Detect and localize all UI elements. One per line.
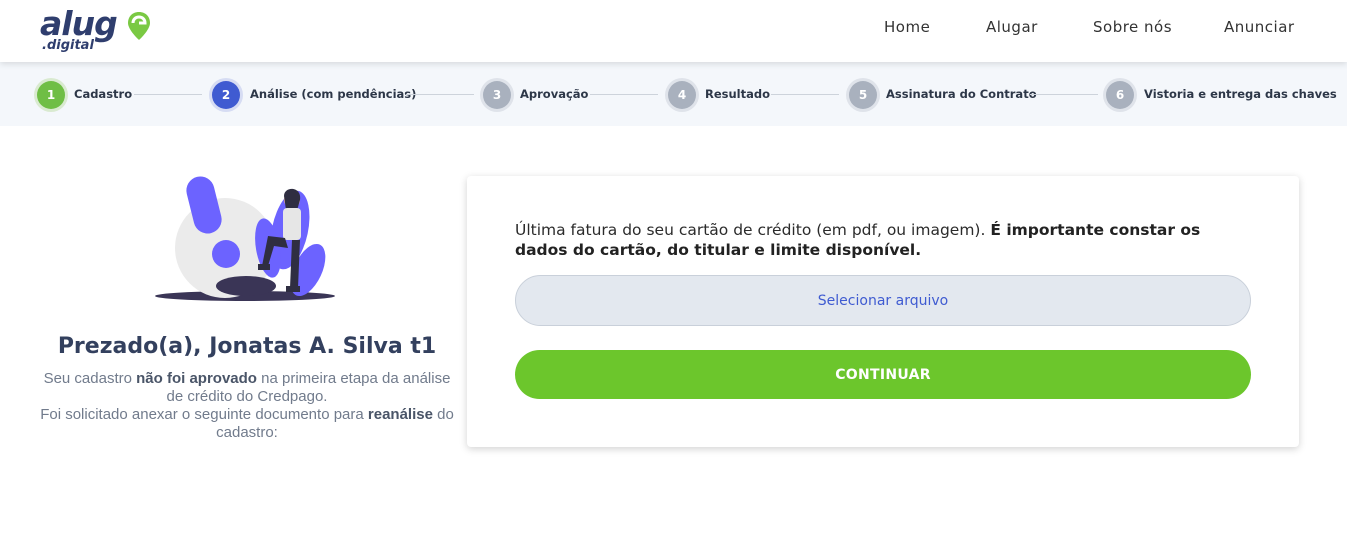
status-description: Seu cadastro não foi aprovado na primeir… bbox=[40, 370, 454, 441]
nav-anunciar[interactable]: Anunciar bbox=[1224, 18, 1295, 36]
step-connector bbox=[1030, 94, 1098, 95]
warning-illustration bbox=[155, 176, 335, 301]
step-6-label: Vistoria e entrega das chaves bbox=[1144, 87, 1337, 101]
step-5-label: Assinatura do Contrato bbox=[886, 87, 1037, 101]
step-6-circle: 6 bbox=[1106, 81, 1134, 109]
top-header: alug .digital Home Alugar Sobre nós Anun… bbox=[0, 0, 1347, 62]
step-5-circle: 5 bbox=[849, 81, 877, 109]
logo-pin-icon bbox=[128, 12, 150, 40]
upload-card: Última fatura do seu cartão de crédito (… bbox=[467, 176, 1299, 447]
step-1-label: Cadastro bbox=[74, 87, 133, 101]
greeting-title: Prezado(a), Jonatas A. Silva t1 bbox=[57, 334, 437, 359]
upload-instruction: Última fatura do seu cartão de crédito (… bbox=[515, 221, 1201, 259]
step-2-label: Análise (com pendências) bbox=[250, 87, 417, 101]
step-1-circle: 1 bbox=[37, 81, 65, 109]
nav-sobre-nos[interactable]: Sobre nós bbox=[1093, 18, 1172, 36]
alug-digital-logo[interactable]: alug .digital bbox=[38, 4, 156, 54]
step-connector bbox=[590, 94, 658, 95]
logo-subtext: .digital bbox=[42, 38, 94, 53]
step-2-circle: 2 bbox=[212, 81, 240, 109]
step-connector bbox=[134, 94, 202, 95]
select-file-button[interactable]: Selecionar arquivo bbox=[515, 275, 1251, 326]
step-connector bbox=[771, 94, 839, 95]
progress-steps: 1 Cadastro 2 Análise (com pendências) 3 … bbox=[0, 62, 1347, 126]
step-connector bbox=[406, 94, 474, 95]
continue-button[interactable]: CONTINUAR bbox=[515, 350, 1251, 399]
step-3-label: Aprovação bbox=[520, 87, 589, 101]
nav-home[interactable]: Home bbox=[884, 18, 930, 36]
nav-alugar[interactable]: Alugar bbox=[986, 18, 1038, 36]
step-3-circle: 3 bbox=[483, 81, 511, 109]
step-4-label: Resultado bbox=[705, 87, 771, 101]
step-4-circle: 4 bbox=[668, 81, 696, 109]
